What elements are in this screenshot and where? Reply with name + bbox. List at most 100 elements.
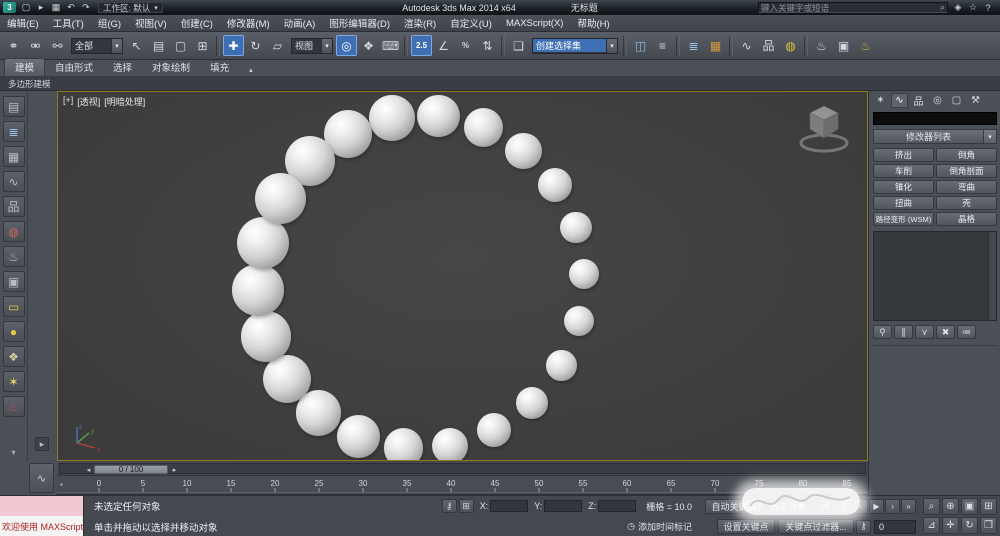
redo-icon[interactable]: ↷ — [79, 2, 93, 14]
fov-icon[interactable]: ⊿ — [923, 517, 940, 534]
z-position-field[interactable] — [598, 500, 636, 512]
render-production-icon[interactable]: ♨ — [855, 35, 876, 56]
next-frame-arrow-icon[interactable]: ▸ — [170, 465, 179, 474]
use-pivot-center-icon[interactable]: ◎ — [336, 35, 357, 56]
save-scene-icon[interactable]: ▦ — [49, 2, 63, 14]
object-name-field[interactable] — [873, 112, 997, 125]
schematic-view-icon[interactable]: 品 — [758, 35, 779, 56]
viewport-menu-shading[interactable]: [明暗处理] — [104, 95, 145, 108]
favorites-icon[interactable]: ☆ — [966, 2, 980, 14]
menu-item-视图(V)[interactable]: 视图(V) — [128, 15, 174, 31]
search-icon[interactable]: ⌕ — [940, 2, 945, 13]
utilities-tab[interactable]: ⚒ — [967, 93, 984, 108]
reference-coordinate-dropdown[interactable]: 视图▾ — [291, 38, 333, 54]
pearl-sphere[interactable] — [432, 428, 468, 461]
modifier-button[interactable]: 挤出 — [873, 148, 934, 162]
show-end-result-icon[interactable]: ∥ — [894, 325, 913, 339]
layer-manager-icon[interactable]: ≣ — [683, 35, 704, 56]
scene-explorer-icon[interactable]: ▤ — [3, 96, 25, 117]
menu-item-工具(T)[interactable]: 工具(T) — [46, 15, 91, 31]
render-setup-icon[interactable]: ♨ — [3, 246, 25, 267]
menu-item-图形编辑器(D)[interactable]: 图形编辑器(D) — [322, 15, 397, 31]
menu-item-动画(A)[interactable]: 动画(A) — [277, 15, 323, 31]
infocenter-search-input[interactable]: 键入关键字或短语 ⌕ — [758, 2, 948, 13]
pearl-sphere[interactable] — [564, 306, 594, 336]
menu-item-组(G)[interactable]: 组(G) — [91, 15, 128, 31]
x-position-field[interactable] — [490, 500, 528, 512]
menu-item-创建(C)[interactable]: 创建(C) — [174, 15, 220, 31]
circle-tool-icon[interactable]: ● — [3, 321, 25, 342]
pearl-sphere[interactable] — [241, 311, 291, 361]
perspective-viewport[interactable]: [+] [透视] [明暗处理] x y z — [57, 91, 868, 461]
menu-item-渲染(R)[interactable]: 渲染(R) — [397, 15, 443, 31]
remove-modifier-icon[interactable]: ✖ — [936, 325, 955, 339]
mirror-icon[interactable]: ◫ — [630, 35, 651, 56]
motion-tab[interactable]: ◎ — [929, 93, 946, 108]
select-and-scale-icon[interactable]: ▱ — [267, 35, 288, 56]
angle-snap-icon[interactable]: ∠ — [433, 35, 454, 56]
pearl-sphere[interactable] — [263, 355, 311, 403]
modifier-button[interactable]: 倒角剖面 — [936, 164, 997, 178]
menu-item-帮助(H)[interactable]: 帮助(H) — [570, 15, 616, 31]
modify-tab[interactable]: ∿ — [891, 93, 908, 108]
viewport-menu-view[interactable]: [透视] — [77, 95, 100, 108]
light-tool-icon[interactable]: ✶ — [3, 371, 25, 392]
key-filters-button[interactable]: 关键点过滤器... — [778, 519, 854, 534]
select-and-link-icon[interactable]: ⚭ — [3, 35, 24, 56]
current-frame-field[interactable]: 0 — [874, 520, 916, 534]
absolute-mode-icon[interactable]: ⊞ — [459, 499, 474, 513]
modifier-button[interactable]: 车削 — [873, 164, 934, 178]
stack-scrollbar[interactable] — [988, 232, 996, 320]
modifier-button[interactable]: 锥化 — [873, 180, 934, 194]
selection-lock-icon[interactable]: ⚷ — [442, 499, 457, 513]
align-icon[interactable]: ≡ — [652, 35, 673, 56]
ribbon-toggle-icon[interactable]: ▦ — [3, 146, 25, 167]
pearl-sphere[interactable] — [516, 387, 548, 419]
viewport-layout-flyout-icon[interactable]: ▸ — [35, 437, 49, 451]
layer-explorer-icon[interactable]: ≣ — [3, 121, 25, 142]
bind-to-space-warp-icon[interactable]: ⚯ — [47, 35, 68, 56]
edit-named-selection-sets-icon[interactable]: ❏ — [508, 35, 529, 56]
zoom-all-icon[interactable]: ⊕ — [942, 498, 959, 515]
rendered-frame-icon[interactable]: ▣ — [3, 271, 25, 292]
ribbon-tab-建模[interactable]: 建模 — [4, 58, 45, 76]
modifier-button[interactable]: 路径变形 (WSM) — [873, 212, 934, 226]
selection-filter-dropdown[interactable]: 全部▾ — [71, 38, 123, 54]
orbit-icon[interactable]: ↻ — [961, 517, 978, 534]
time-slider-track[interactable]: ◂ 0 / 100 ▸ — [59, 463, 866, 474]
viewport-menu-plus[interactable]: [+] — [63, 95, 73, 108]
ribbon-collapsed-panel[interactable]: 多边形建模 — [0, 77, 1000, 91]
y-position-field[interactable] — [544, 500, 582, 512]
pearl-sphere[interactable] — [538, 168, 572, 202]
pin-stack-icon[interactable]: ⚲ — [873, 325, 892, 339]
material-editor-icon[interactable]: ◍ — [780, 35, 801, 56]
keyboard-override-icon[interactable]: ⌨ — [380, 35, 401, 56]
curve-editor-icon[interactable]: ∿ — [736, 35, 757, 56]
modifier-button[interactable]: 倒角 — [936, 148, 997, 162]
ribbon-tab-对象绘制[interactable]: 对象绘制 — [142, 59, 200, 76]
modifier-button[interactable]: 弯曲 — [936, 180, 997, 194]
macro-recorder-listener[interactable] — [0, 496, 84, 516]
pearl-sphere[interactable] — [569, 259, 599, 289]
ribbon-tab-选择[interactable]: 选择 — [103, 59, 142, 76]
time-slider-handle[interactable]: 0 / 100 — [94, 465, 168, 474]
zoom-icon[interactable]: ⌕ — [923, 498, 940, 515]
trackbar-options-icon[interactable]: ▪ — [60, 480, 63, 489]
pearl-sphere[interactable] — [546, 350, 576, 380]
teapot-tool-icon[interactable]: ♨ — [3, 396, 25, 417]
next-frame-button[interactable]: › — [885, 499, 900, 514]
pearl-sphere[interactable] — [384, 428, 423, 461]
maxscript-mini-listener[interactable]: 欢迎使用 MAXScript — [0, 516, 84, 536]
maximize-viewport-icon[interactable]: ❒ — [980, 517, 997, 534]
chevron-down-icon[interactable]: ▾ — [983, 130, 996, 143]
named-selection-sets-dropdown[interactable]: 创建选择集▾ — [532, 38, 618, 54]
new-scene-icon[interactable]: ▢ — [19, 2, 33, 14]
snap-toggle-2-5-icon[interactable]: 2.5 — [411, 35, 432, 56]
modifier-button[interactable]: 壳 — [936, 196, 997, 210]
schematic-view-icon[interactable]: 品 — [3, 196, 25, 217]
select-by-name-icon[interactable]: ▤ — [148, 35, 169, 56]
pearl-sphere[interactable] — [232, 264, 284, 316]
modifier-button[interactable]: 扭曲 — [873, 196, 934, 210]
select-object-icon[interactable]: ↖ — [126, 35, 147, 56]
graphite-ribbon-toggle-icon[interactable]: ▦ — [705, 35, 726, 56]
